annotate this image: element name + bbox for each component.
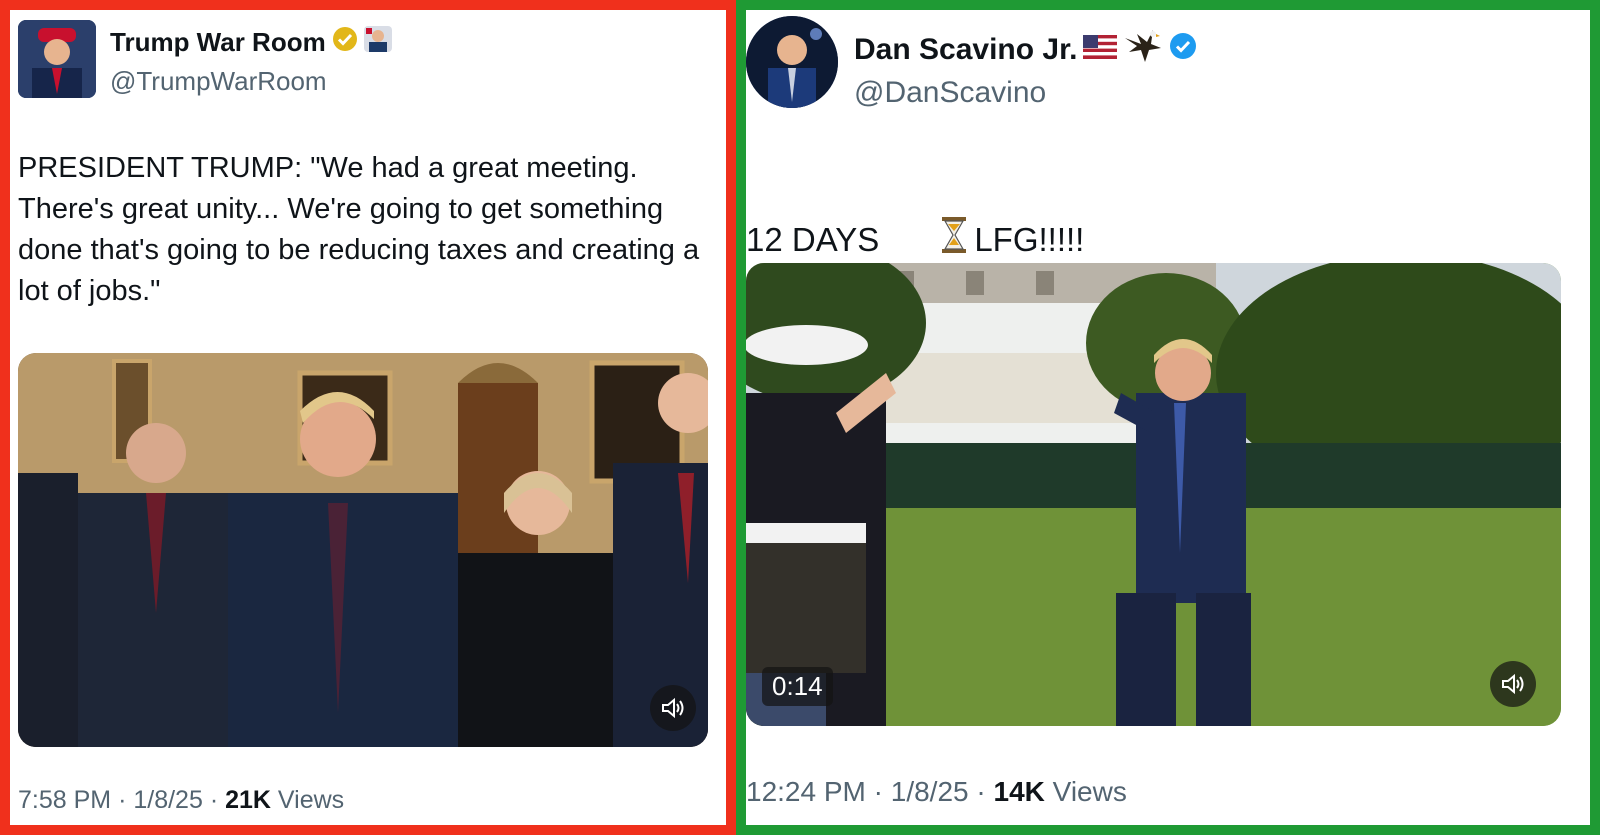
author-name[interactable]: Dan Scavino Jr. [854,33,1077,67]
tweet-video-thumbnail[interactable] [18,353,708,747]
video-timer: 0:14 [762,667,833,706]
tweet-date[interactable]: 1/8/25 [891,776,969,807]
tweet-footer: 7:58 PM · 1/8/25 · 21K Views [18,786,344,815]
author-name-row: Trump War Room [110,26,392,59]
right-tweet-card: Dan Scavino Jr. @DanScavino 12 DAYS LFG!… [736,0,1600,835]
tweet-text: PRESIDENT TRUMP: "We had a great meeting… [18,152,708,307]
author-name[interactable]: Trump War Room [110,27,326,58]
separator: · [118,786,127,814]
author-handle[interactable]: @TrumpWarRoom [110,66,327,97]
separator: · [873,776,883,807]
mute-toggle-icon[interactable] [1490,661,1536,707]
tweet-text-tail: LFG!!!!! [974,221,1085,258]
views-label: Views [1052,776,1127,807]
author-name-row: Dan Scavino Jr. [854,28,1197,72]
author-handle[interactable]: @DanScavino [854,76,1046,110]
separator: · [976,776,986,807]
tweet-text-days: 12 DAYS [746,221,880,258]
tweet-time[interactable]: 12:24 PM [746,776,866,807]
views-count: 21K [225,786,271,814]
gold-check-icon [332,26,358,59]
views-count: 14K [993,776,1045,807]
eagle-icon [1123,28,1163,72]
us-flag-icon [1083,33,1118,67]
tweet-time[interactable]: 7:58 PM [18,786,111,814]
affiliate-photo-icon [363,26,392,59]
tweet-footer: 12:24 PM · 1/8/25 · 14K Views [746,776,1127,808]
blue-check-icon [1169,32,1197,68]
mute-toggle-icon[interactable] [650,685,696,731]
separator: · [209,786,219,814]
tweet-date[interactable]: 1/8/25 [133,786,203,814]
tweet-video-player[interactable]: 0:14 [746,263,1561,726]
views-label: Views [277,786,345,814]
dan-scavino-avatar[interactable] [746,16,838,108]
trump-war-room-avatar[interactable] [18,20,96,98]
left-tweet-card: Trump War Room @TrumpWarRoom PRESIDENT T… [0,0,736,835]
